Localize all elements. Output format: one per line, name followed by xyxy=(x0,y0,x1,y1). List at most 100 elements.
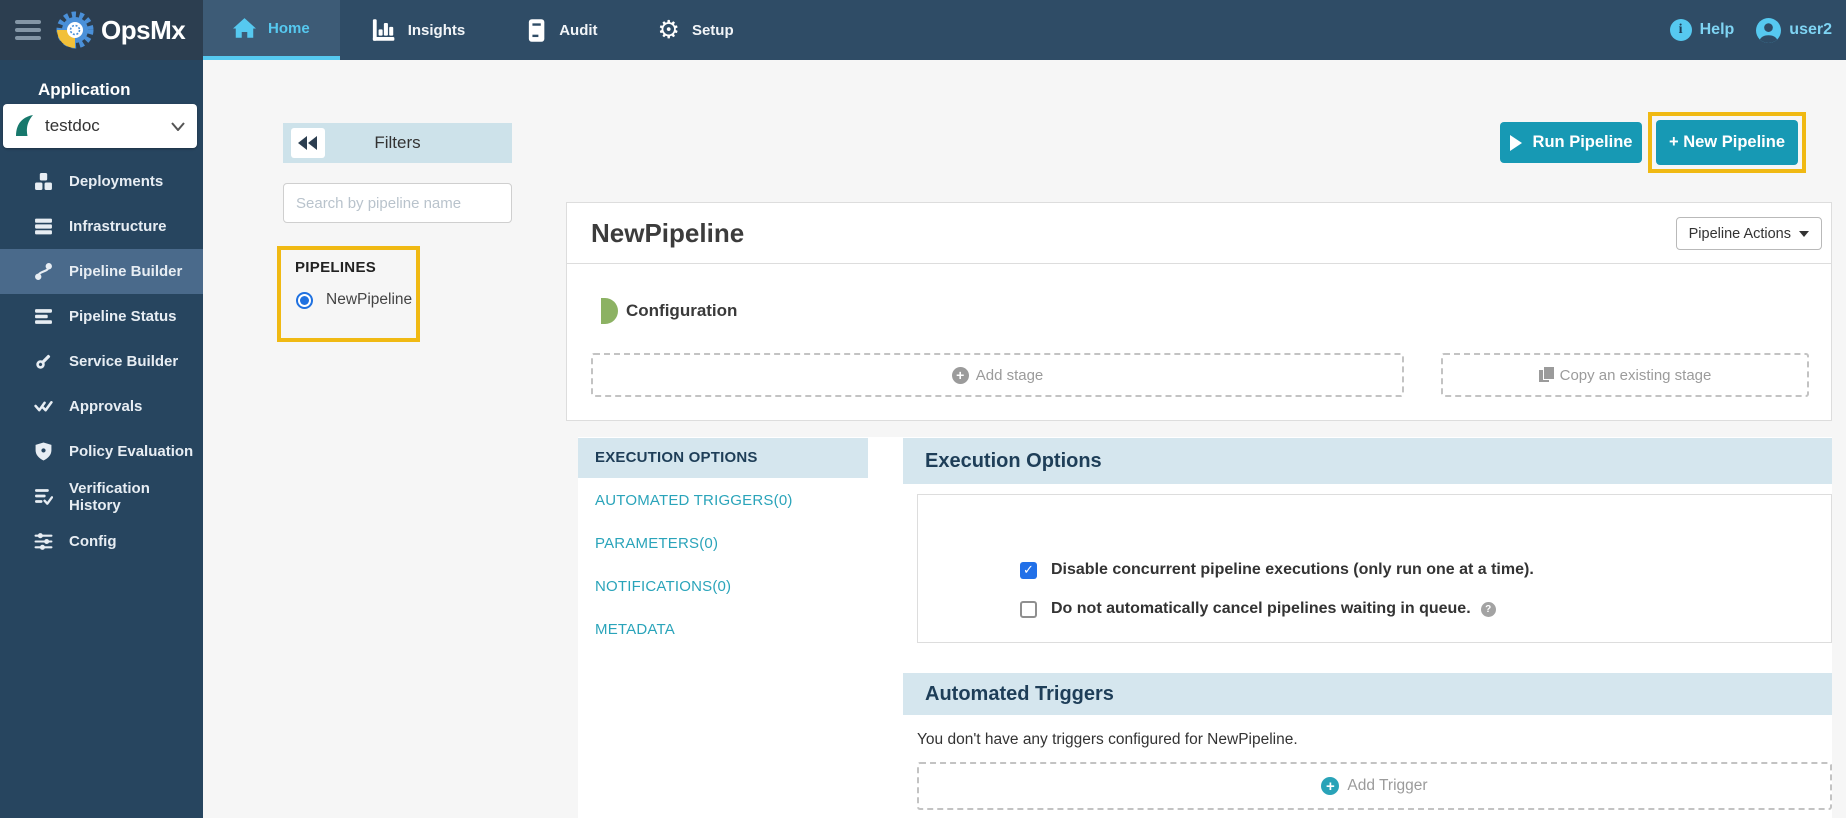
sidebar-item-infrastructure[interactable]: Infrastructure xyxy=(0,204,203,249)
audit-icon xyxy=(529,18,545,42)
help-button[interactable]: Help xyxy=(1669,19,1734,41)
hamburger-menu-icon[interactable] xyxy=(15,16,41,44)
tab-audit[interactable]: Audit xyxy=(495,0,627,60)
config-nav-tabs: EXECUTION OPTIONS AUTOMATED TRIGGERS(0) … xyxy=(578,438,868,653)
pipeline-title: NewPipeline xyxy=(591,218,745,248)
sidebar-item-label: Verification History xyxy=(69,479,150,514)
tab-execution-options[interactable]: EXECUTION OPTIONS xyxy=(578,438,868,478)
sidebar: Application testdoc Deployments Infrastr… xyxy=(0,60,203,818)
config-icon xyxy=(34,533,53,550)
sidebar-item-label: Policy Evaluation xyxy=(69,443,194,460)
service-builder-icon xyxy=(36,354,51,369)
home-icon xyxy=(233,17,256,38)
copy-stage-label: Copy an existing stage xyxy=(1559,366,1712,384)
option-label: Do not automatically cancel pipelines wa… xyxy=(1051,600,1471,617)
pipeline-actions-button[interactable]: Pipeline Actions xyxy=(1675,217,1822,250)
pipeline-filter-label: NewPipeline xyxy=(326,291,413,308)
sidebar-item-policy-evaluation[interactable]: Policy Evaluation xyxy=(0,429,203,474)
sidebar-item-label: Pipeline Builder xyxy=(69,263,183,280)
option-disable-concurrent[interactable]: Disable concurrent pipeline executions (… xyxy=(1020,559,1831,581)
config-content: Execution Options Disable concurrent pip… xyxy=(903,438,1832,810)
application-selector-value: testdoc xyxy=(45,116,100,135)
username-label: user2 xyxy=(1789,21,1832,38)
application-section-label: Application xyxy=(38,80,131,99)
run-pipeline-label: Run Pipeline xyxy=(1532,133,1633,151)
sidebar-item-approvals[interactable]: Approvals xyxy=(0,384,203,429)
tab-audit-label: Audit xyxy=(559,21,598,39)
pipeline-filter-option[interactable]: NewPipeline xyxy=(296,291,416,309)
tab-notifications[interactable]: NOTIFICATIONS(0) xyxy=(578,567,868,607)
option-no-auto-cancel[interactable]: Do not automatically cancel pipelines wa… xyxy=(1020,598,1831,620)
execution-options-box: Disable concurrent pipeline executions (… xyxy=(917,494,1832,643)
tab-metadata[interactable]: METADATA xyxy=(578,610,868,650)
brand-name: OpsMx xyxy=(101,14,186,45)
user-avatar-icon xyxy=(1756,17,1782,43)
copy-existing-stage-button[interactable]: Copy an existing stage xyxy=(1441,353,1809,397)
tab-setup[interactable]: ⚙ Setup xyxy=(628,0,764,60)
sidebar-item-label: Deployments xyxy=(69,173,164,190)
plus-circle-icon xyxy=(951,366,969,384)
plus-circle-icon xyxy=(1321,777,1340,795)
add-stage-label: Add stage xyxy=(975,366,1044,384)
application-selector[interactable]: testdoc xyxy=(3,104,197,148)
tab-insights-label: Insights xyxy=(407,21,466,39)
search-input[interactable] xyxy=(283,183,512,223)
triggers-empty-message: You don't have any triggers configured f… xyxy=(917,731,1298,748)
sidebar-item-service-builder[interactable]: Service Builder xyxy=(0,339,203,384)
new-pipeline-button[interactable]: + New Pipeline xyxy=(1656,120,1798,165)
collapse-filters-icon[interactable] xyxy=(291,128,325,158)
tab-insights[interactable]: Insights xyxy=(340,0,496,60)
execution-options-header: Execution Options xyxy=(903,438,1832,484)
checkbox-unchecked-icon[interactable] xyxy=(1020,600,1037,618)
sidebar-item-verification-history[interactable]: Verification History xyxy=(0,474,203,519)
approvals-icon xyxy=(34,401,53,412)
copy-icon xyxy=(1538,367,1554,383)
sidebar-item-label: Config xyxy=(69,533,117,550)
sidebar-item-pipeline-builder[interactable]: Pipeline Builder xyxy=(0,249,203,294)
tab-home[interactable]: Home xyxy=(203,0,340,60)
automated-triggers-header: Automated Triggers xyxy=(903,673,1832,715)
tab-parameters[interactable]: PARAMETERS(0) xyxy=(578,524,868,564)
stage-actions-row: Add stage Copy an existing stage xyxy=(567,353,1831,397)
add-trigger-label: Add Trigger xyxy=(1347,777,1428,794)
configuration-label: Configuration xyxy=(626,301,738,320)
topbar: OpsMx Home Insights Audit ⚙ Setup i Help… xyxy=(0,0,1846,60)
annotation-highlight-pipelines: PIPELINES NewPipeline xyxy=(277,246,420,342)
top-nav-tabs: Home Insights Audit ⚙ Setup xyxy=(203,0,764,60)
add-trigger-button[interactable]: Add Trigger xyxy=(917,762,1832,810)
opsmx-gear-icon xyxy=(56,11,94,49)
sidebar-item-config[interactable]: Config xyxy=(0,519,203,564)
configuration-stage-icon xyxy=(601,298,618,324)
add-stage-button[interactable]: Add stage xyxy=(591,353,1404,397)
radio-selected-icon[interactable] xyxy=(296,291,313,309)
user-menu[interactable]: user2 xyxy=(1756,17,1832,43)
annotation-highlight-new-pipeline: + New Pipeline xyxy=(1648,112,1806,173)
pipeline-card-header: NewPipeline Pipeline Actions xyxy=(567,203,1831,264)
filters-header: Filters xyxy=(283,123,512,163)
checkbox-checked-icon[interactable] xyxy=(1020,561,1037,579)
pipeline-config-section: EXECUTION OPTIONS AUTOMATED TRIGGERS(0) … xyxy=(578,437,1832,818)
pipeline-status-icon xyxy=(35,309,52,324)
new-pipeline-label: + New Pipeline xyxy=(1669,133,1785,151)
sidebar-item-label: Infrastructure xyxy=(69,218,167,235)
run-pipeline-button[interactable]: Run Pipeline xyxy=(1500,122,1642,163)
sidebar-item-deployments[interactable]: Deployments xyxy=(0,159,203,204)
opsmx-app-screen: OpsMx Home Insights Audit ⚙ Setup i Help… xyxy=(0,0,1846,818)
spinnaker-sail-icon xyxy=(16,115,33,136)
infrastructure-icon xyxy=(35,218,52,235)
caret-down-icon xyxy=(1799,230,1809,237)
chevron-down-icon xyxy=(171,121,185,131)
tab-setup-label: Setup xyxy=(691,21,734,39)
tab-automated-triggers[interactable]: AUTOMATED TRIGGERS(0) xyxy=(578,481,868,521)
configuration-stage[interactable]: Configuration xyxy=(601,298,737,324)
sidebar-item-pipeline-status[interactable]: Pipeline Status xyxy=(0,294,203,339)
topbar-right: Help user2 xyxy=(1669,0,1846,60)
tab-home-label: Home xyxy=(268,19,310,37)
help-info-icon xyxy=(1669,19,1692,41)
opsmx-logo[interactable]: OpsMx xyxy=(55,10,186,50)
verification-history-icon xyxy=(35,489,53,505)
option-label: Disable concurrent pipeline executions (… xyxy=(1051,561,1534,578)
setup-gear-icon: ⚙ xyxy=(657,15,680,44)
sidebar-item-label: Pipeline Status xyxy=(69,308,177,325)
help-tooltip-icon[interactable] xyxy=(1480,601,1496,617)
